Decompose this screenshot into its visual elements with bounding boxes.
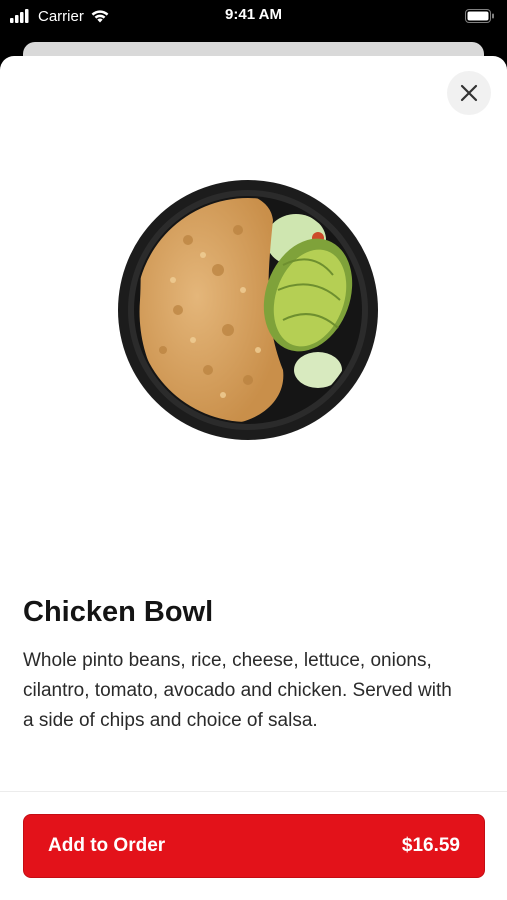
chicken-bowl-image [118,180,378,440]
add-to-order-label: Add to Order [48,835,166,856]
status-time: 9:41 AM [225,6,282,23]
order-price: $16.59 [401,835,460,856]
close-button[interactable] [447,71,491,115]
item-description: Whole pinto beans, rice, cheese, lettuce… [23,650,452,731]
status-right [465,6,495,26]
add-to-order-button[interactable]: Add to Order $16.59 [23,814,485,878]
item-title: Chicken Bowl [23,596,214,628]
item-detail-sheet: Chicken Bowl Whole pinto beans, rice, ch… [0,56,507,900]
divider [0,791,507,792]
close-icon [460,84,478,102]
battery-icon [465,9,494,23]
status-bar: Carrier 9:41 AM [0,0,507,32]
